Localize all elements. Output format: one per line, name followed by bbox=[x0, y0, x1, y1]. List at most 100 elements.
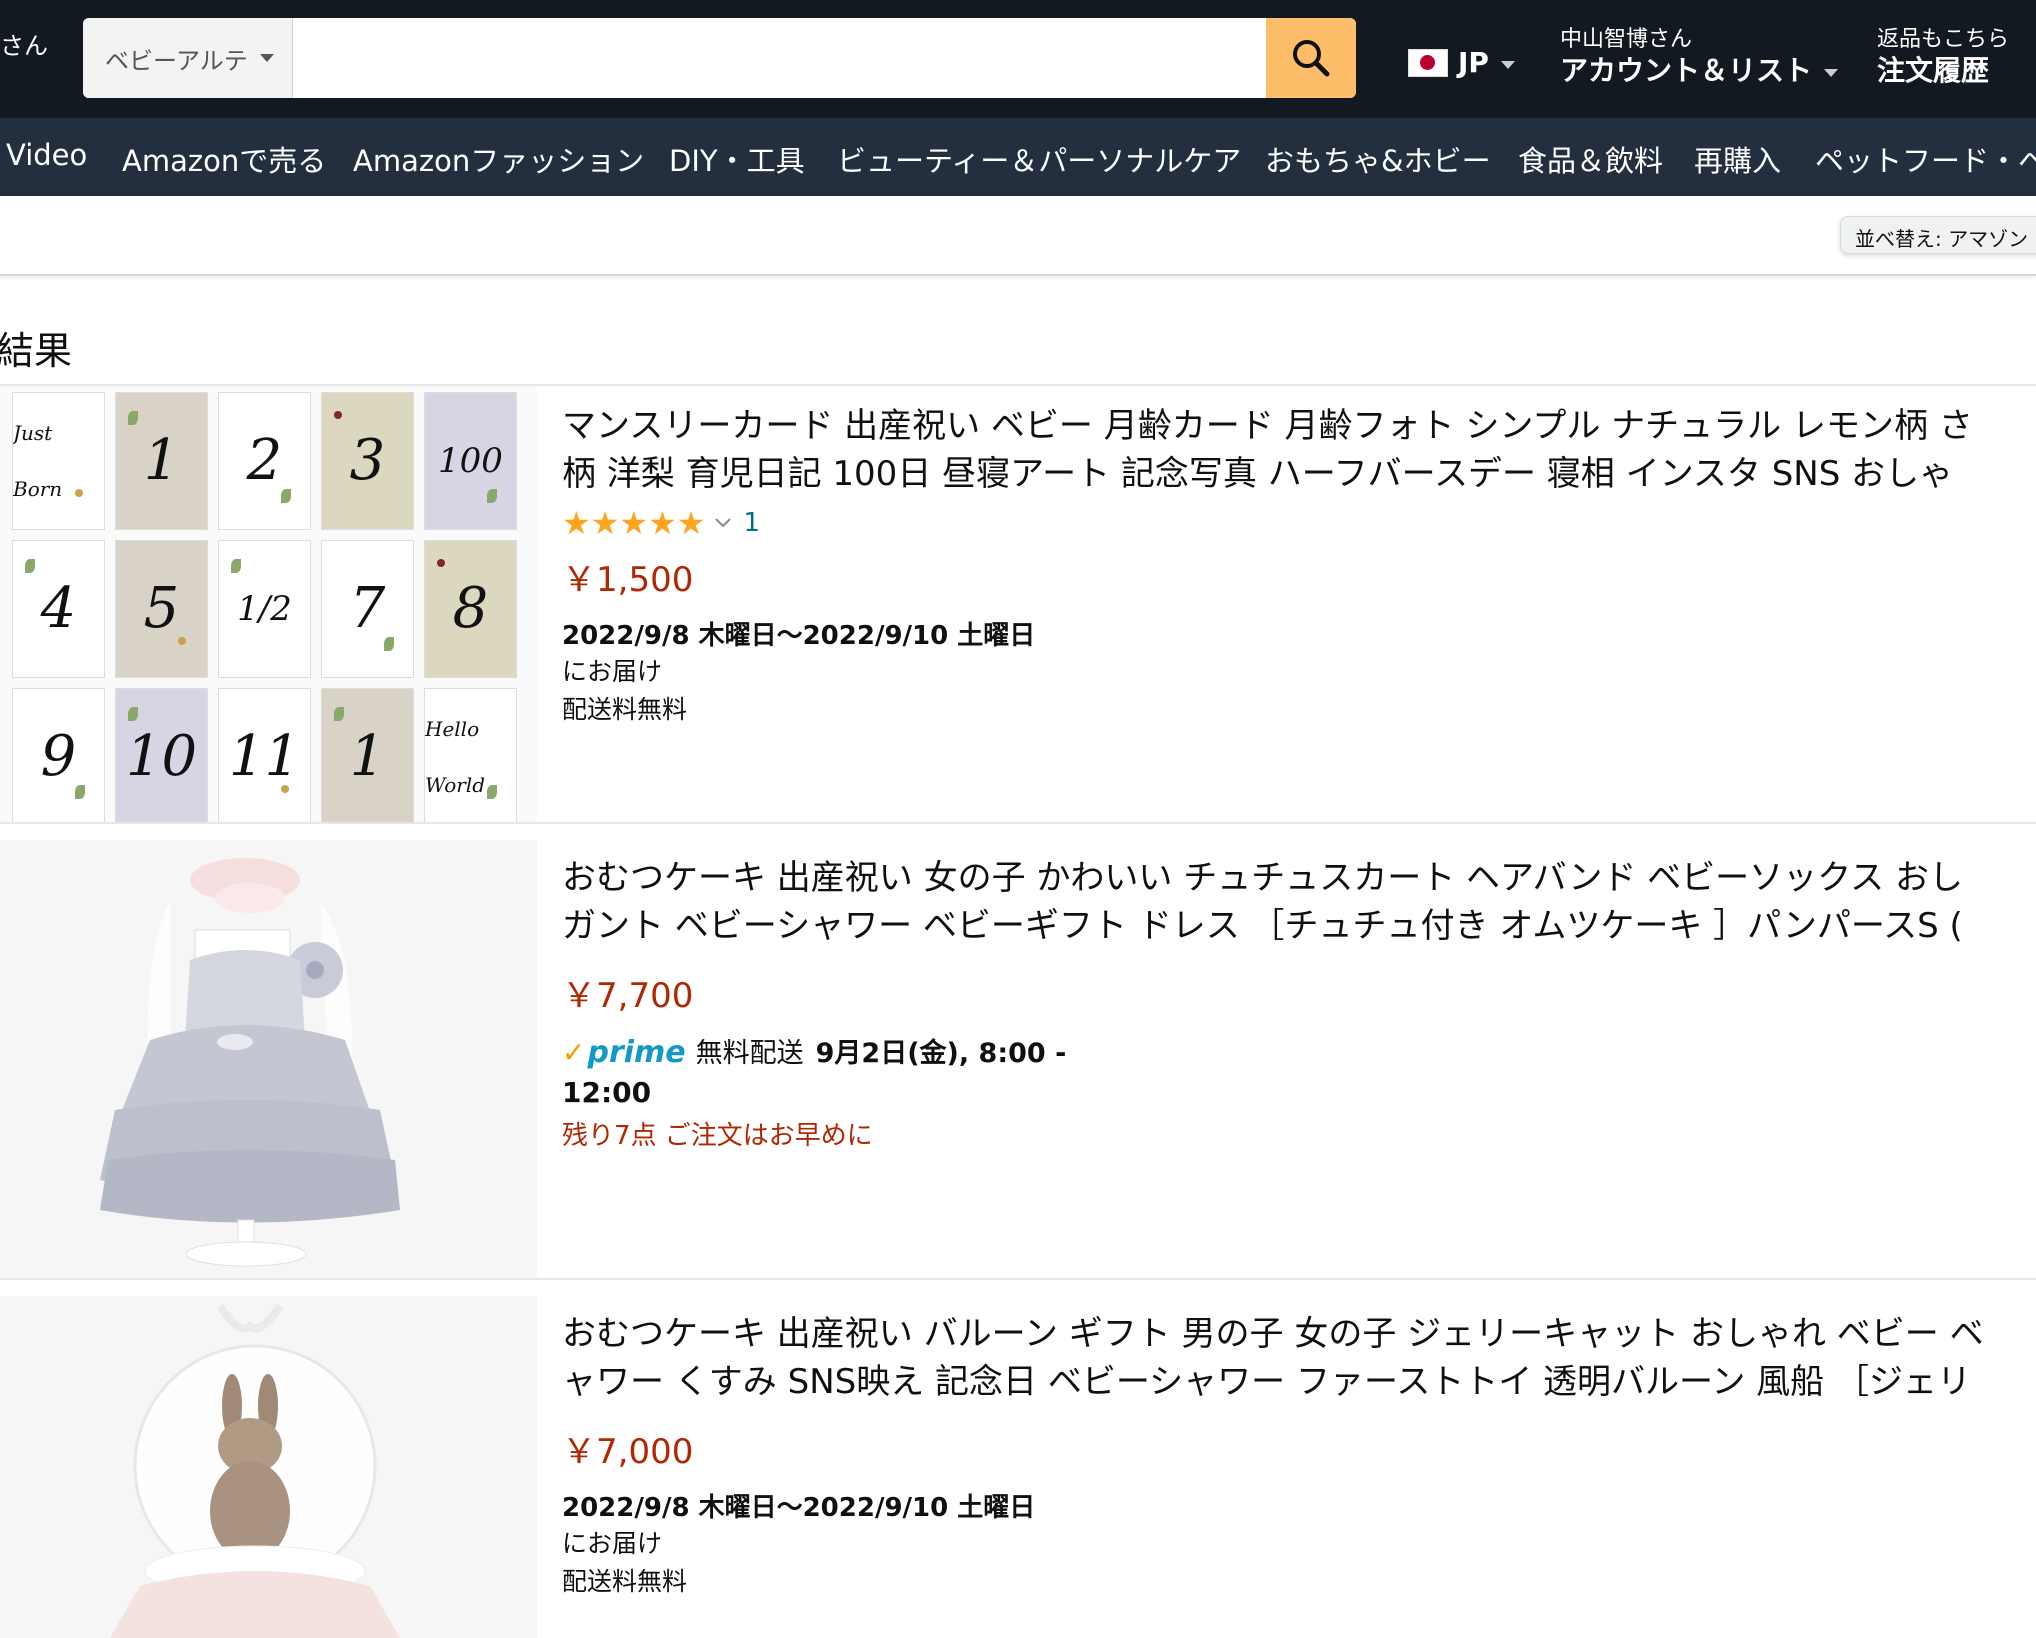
monthly-card: 2 bbox=[218, 392, 311, 530]
monthly-card-grid: Just Born 1 2 3 100 4 5 1/2 7 8 9 10 11 1 Hello World bbox=[12, 392, 517, 824]
top-header: さん ベビーアルテ JP 中山智博さん アカウント＆リスト 返品もこちら 注文履… bbox=[0, 0, 2036, 118]
delivery-note: にお届け bbox=[562, 657, 663, 686]
sort-dropdown[interactable]: 並べ替え: アマゾン bbox=[1840, 216, 2036, 254]
monthly-card-label: 1 bbox=[349, 724, 386, 789]
account-label: アカウント＆リスト bbox=[1560, 54, 1813, 87]
monthly-card: 4 bbox=[12, 540, 105, 678]
divider bbox=[0, 822, 2036, 824]
product-title[interactable]: おむつケーキ 出産祝い バルーン ギフト 男の子 女の子 ジェリーキャット おし… bbox=[562, 1310, 2036, 1406]
chevron-down-icon bbox=[1500, 60, 1515, 69]
leaf-decoration bbox=[128, 411, 138, 425]
deliver-to-label[interactable]: さん bbox=[0, 26, 48, 61]
product-image-diaper-cake-tutu[interactable] bbox=[0, 840, 537, 1278]
nav-item-diy[interactable]: DIY・工具 bbox=[669, 138, 805, 180]
product-title[interactable]: おむつケーキ 出産祝い 女の子 かわいい チュチュスカート ヘアバンド ベビーソ… bbox=[562, 854, 2036, 950]
language-label: JP bbox=[1458, 46, 1489, 79]
monthly-card: 1/2 bbox=[218, 540, 311, 678]
leaf-decoration bbox=[334, 707, 344, 721]
monthly-card-label: Just Born bbox=[13, 421, 63, 501]
search-category-label: ベビーアルテ bbox=[105, 46, 248, 75]
returns-label: 返品もこちら bbox=[1877, 27, 2010, 52]
monthly-card-label: 3 bbox=[349, 428, 386, 493]
monthly-card-label: 2 bbox=[246, 428, 283, 493]
nav-item-beauty[interactable]: ビューティー＆パーソナルケア bbox=[837, 138, 1241, 180]
orders-label: 注文履歴 bbox=[1877, 54, 1990, 87]
product-price[interactable]: ￥1,500 bbox=[562, 552, 2036, 601]
delivery-note: にお届け bbox=[562, 1529, 663, 1558]
product-image-diaper-cake-balloon[interactable] bbox=[0, 1296, 537, 1638]
nav-item-pet-food[interactable]: ペットフード・ペ bbox=[1815, 138, 2036, 180]
nav-item-fashion[interactable]: Amazonファッション bbox=[353, 138, 644, 180]
leaf-decoration bbox=[128, 707, 138, 721]
product-title-line1: マンスリーカード 出産祝い ベビー 月齢カード 月齢フォト シンプル ナチュラル… bbox=[562, 406, 1973, 446]
returns-orders-link[interactable]: 返品もこちら 注文履歴 bbox=[1877, 26, 2009, 88]
search-icon bbox=[1293, 40, 1330, 77]
prime-logo: prime bbox=[587, 1035, 686, 1070]
monthly-card-label: 100 bbox=[438, 441, 503, 481]
prime-delivery-time: 12:00 bbox=[562, 1076, 652, 1109]
prime-delivery-date: 9月2日(金), 8:00 - bbox=[815, 1038, 1067, 1069]
nav-item-toys[interactable]: おもちゃ&ホビー bbox=[1265, 138, 1491, 180]
search-category-dropdown[interactable]: ベビーアルテ bbox=[83, 18, 293, 98]
stock-warning: 残り7点 ご注文はお早めに bbox=[562, 1121, 873, 1151]
berry-decoration bbox=[334, 411, 342, 419]
nav-item-sell[interactable]: Amazonで売る bbox=[122, 138, 326, 180]
divider bbox=[0, 1278, 2036, 1280]
monthly-card-label: 4 bbox=[40, 576, 77, 641]
monthly-card-label: 10 bbox=[125, 724, 198, 789]
leaf-decoration bbox=[384, 637, 394, 651]
leaf-decoration bbox=[231, 559, 241, 573]
product-title-line1: おむつケーキ 出産祝い 女の子 かわいい チュチュスカート ヘアバンド ベビーソ… bbox=[562, 858, 1963, 898]
monthly-card: 11 bbox=[218, 688, 311, 824]
monthly-card: 8 bbox=[424, 540, 517, 678]
nav-item-buy-again[interactable]: 再購入 bbox=[1694, 138, 1781, 180]
star-icon: ★ bbox=[590, 504, 620, 542]
monthly-card: 3 bbox=[321, 392, 414, 530]
monthly-card: 1 bbox=[115, 392, 208, 530]
star-icon: ★ bbox=[562, 504, 591, 542]
monthly-card-label: 8 bbox=[452, 576, 489, 641]
prime-delivery-row: ✓ prime 無料配送 9月2日(金), 8:00 - bbox=[562, 1031, 2036, 1070]
prime-check-icon: ✓ bbox=[562, 1036, 586, 1069]
monthly-card-label: 5 bbox=[143, 576, 180, 641]
leaf-decoration bbox=[25, 559, 35, 573]
product-title[interactable]: マンスリーカード 出産祝い ベビー 月齢カード 月齢フォト シンプル ナチュラル… bbox=[562, 402, 2036, 498]
balloon-bunny-image bbox=[0, 1296, 537, 1638]
monthly-card: 1 bbox=[321, 688, 414, 824]
monthly-card: 7 bbox=[321, 540, 414, 678]
search-input[interactable] bbox=[293, 18, 1266, 98]
product-image-monthly-cards[interactable]: Just Born 1 2 3 100 4 5 1/2 7 8 9 10 11 1 Hello World bbox=[0, 386, 537, 824]
leaf-decoration bbox=[487, 489, 497, 503]
account-lists-menu[interactable]: 中山智博さん アカウント＆リスト bbox=[1560, 26, 1839, 88]
monthly-card-label: 11 bbox=[228, 724, 301, 789]
search-bar: ベビーアルテ bbox=[83, 18, 1356, 98]
leaf-decoration bbox=[281, 489, 291, 503]
rating-stars[interactable]: ★ ★ ★ ★ ★ 1 bbox=[562, 502, 2036, 544]
monthly-card-label: 1/2 bbox=[237, 589, 292, 629]
berry-decoration bbox=[281, 785, 289, 793]
monthly-card: 100 bbox=[424, 392, 517, 530]
product-price[interactable]: ￥7,700 bbox=[562, 968, 2036, 1017]
leaf-decoration bbox=[75, 785, 85, 799]
berry-decoration bbox=[75, 489, 83, 497]
monthly-card: 5 bbox=[115, 540, 208, 678]
monthly-card: Just Born bbox=[12, 392, 105, 530]
monthly-card-label: 1 bbox=[143, 428, 180, 493]
nav-bar: Video Amazonで売る Amazonファッション DIY・工具 ビューテ… bbox=[0, 118, 2036, 196]
nav-item-video[interactable]: Video bbox=[6, 138, 87, 172]
rating-count[interactable]: 1 bbox=[743, 508, 760, 538]
nav-item-food[interactable]: 食品＆飲料 bbox=[1518, 138, 1663, 180]
search-button[interactable] bbox=[1266, 18, 1356, 98]
results-info-bar: 並べ替え: アマゾン bbox=[0, 196, 2036, 276]
monthly-card: Hello World bbox=[424, 688, 517, 824]
monthly-card: 9 bbox=[12, 688, 105, 824]
monthly-card-label: 7 bbox=[349, 576, 386, 641]
delivery-date: 2022/9/8 木曜日〜2022/9/10 土曜日 bbox=[562, 621, 1036, 651]
star-icon: ★ bbox=[619, 504, 649, 542]
product-price[interactable]: ￥7,000 bbox=[562, 1424, 2036, 1473]
chevron-down-icon bbox=[715, 518, 732, 528]
monthly-card-label: 9 bbox=[40, 724, 77, 789]
star-icon: ★ bbox=[648, 504, 677, 542]
star-icon: ★ bbox=[676, 504, 706, 542]
language-selector[interactable]: JP bbox=[1408, 46, 1515, 79]
